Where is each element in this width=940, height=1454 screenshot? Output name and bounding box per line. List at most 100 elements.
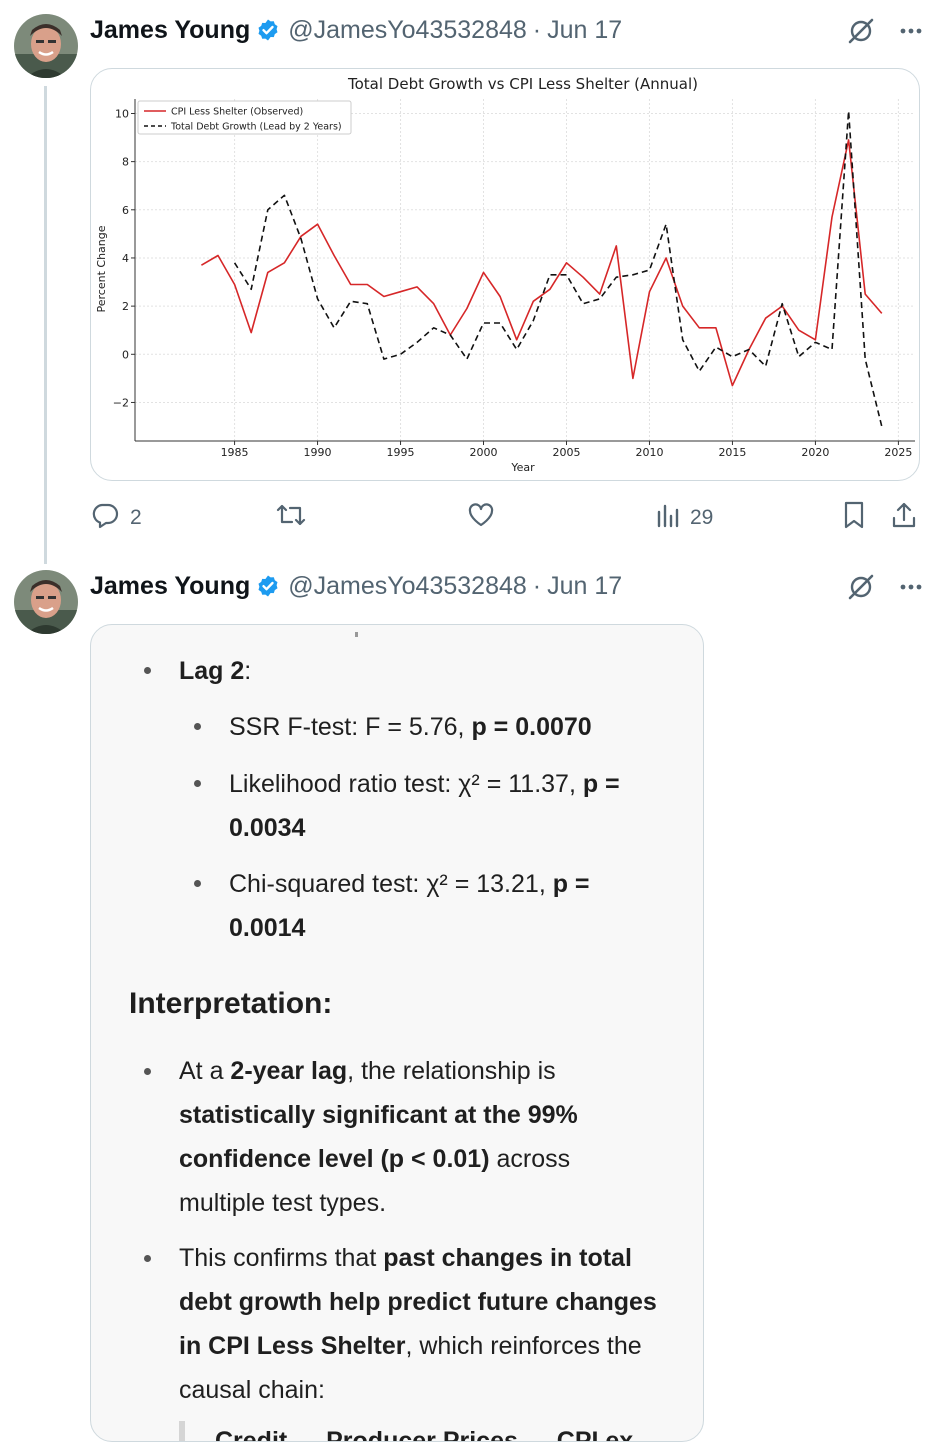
x-axis-label: Year [510,461,535,474]
p-value: p = [552,870,590,898]
grok-icon[interactable] [846,572,876,602]
analytics-icon [656,502,680,534]
tweet-action-bar: 2 29 [90,498,920,538]
cropped-glyph [351,625,363,637]
author-name[interactable]: James Young [90,16,250,45]
test-text: SSR F-test: F = 5.76, [229,713,472,741]
test-text: Likelihood ratio test: χ² = 11.37, [229,770,583,798]
verified-badge-icon [256,574,280,598]
views-count: 29 [690,506,714,529]
y-tick-label: 4 [122,252,129,265]
interpretation-line: debt growth help predict future changes [179,1288,657,1316]
more-options-icon[interactable] [898,18,924,44]
tweet-header-actions [846,572,924,602]
y-tick-label: 6 [122,204,129,217]
verified-badge-icon [256,18,280,42]
causal-chain-text: Credit → Producer Prices → CPI ex [215,1427,634,1442]
legend-label: Total Debt Growth (Lead by 2 Years) [170,122,342,133]
chart-title: Total Debt Growth vs CPI Less Shelter (A… [347,75,698,93]
test-result-item: SSR F-test: F = 5.76, p = 0.0070 [229,705,592,749]
legend-label: CPI Less Shelter (Observed) [171,107,303,118]
tweet-date[interactable]: Jun 17 [547,572,622,601]
p-value: 0.0014 [229,914,306,942]
retweet-button[interactable] [274,498,318,538]
bullet-icon [194,723,201,730]
chart-image[interactable]: Total Debt Growth vs CPI Less Shelter (A… [90,68,920,481]
reply-count: 2 [130,506,142,529]
y-tick-label: 0 [122,348,129,361]
series-line [200,139,883,387]
heart-icon [466,500,496,536]
like-button[interactable] [466,498,506,538]
separator-dot: · [532,571,542,600]
tweet-date[interactable]: Jun 17 [547,16,622,45]
interpretation-line: causal chain: [179,1376,325,1404]
x-tick-label: 1995 [387,446,415,459]
text: , which reinforces the [405,1332,642,1360]
x-tick-label: 2005 [552,446,580,459]
reply-button[interactable]: 2 [90,498,142,538]
bold-text: past changes in total [383,1244,632,1272]
p-value: 0.0034 [229,814,306,842]
x-tick-label: 2010 [635,446,663,459]
tweet-header-actions [846,16,924,46]
screenshot-image[interactable]: Lag 2: SSR F-test: F = 5.76, p = 0.0070 … [90,624,704,1442]
bullet-icon [144,1068,151,1075]
bookmark-button[interactable] [842,498,866,538]
screenshot-content: Lag 2: SSR F-test: F = 5.76, p = 0.0070 … [91,625,703,1441]
bookmark-icon [842,500,866,536]
author-name[interactable]: James Young [90,572,250,601]
x-tick-label: 2015 [718,446,746,459]
grok-icon[interactable] [846,16,876,46]
y-tick-label: 8 [122,156,129,169]
y-axis-label: Percent Change [95,225,108,312]
lag-colon: : [244,657,252,685]
bullet-icon [194,880,201,887]
x-tick-label: 2025 [884,446,912,459]
more-options-icon[interactable] [898,574,924,600]
share-button[interactable] [890,498,918,538]
y-tick-label: −2 [113,396,129,409]
author-handle[interactable]: @JamesYo43532848 [288,16,527,45]
thread-connector-line [44,86,47,564]
share-icon [890,500,918,536]
interpretation-line: At a 2-year lag, the relationship is [179,1049,556,1093]
text: This confirms that [179,1244,384,1272]
interpretation-line: This confirms that past changes in total [179,1236,632,1280]
interpretation-line: statistically significant at the 99% [179,1101,578,1129]
bold-text: confidence level (p < 0.01) [179,1145,490,1173]
bullet-icon [194,780,201,787]
avatar[interactable] [14,570,78,634]
avatar[interactable] [14,14,78,78]
bold-text: 2-year lag [230,1057,348,1085]
text: At a [179,1057,231,1085]
p-value: p = [582,770,620,798]
series-line [233,110,883,427]
p-value: p = 0.0070 [471,713,592,741]
line-chart: Total Debt Growth vs CPI Less Shelter (A… [95,75,915,474]
blockquote-bar [179,1421,185,1441]
author-handle[interactable]: @JamesYo43532848 [288,572,527,601]
lag-item: Lag 2: [179,649,251,693]
tweet-header: James Young @JamesYo43532848 · Jun 17 [90,13,622,47]
separator-dot: · [532,15,542,44]
views-button[interactable]: 29 [656,498,713,538]
x-tick-label: 1990 [304,446,332,459]
text: across [489,1145,571,1173]
y-tick-label: 2 [122,300,129,313]
retweet-icon [274,500,308,536]
bold-text: in CPI Less Shelter [179,1332,406,1360]
interpretation-line: multiple test types. [179,1189,387,1217]
interpretation-heading: Interpretation: [129,987,333,1020]
x-tick-label: 1985 [221,446,249,459]
lag-label: Lag 2 [179,657,245,685]
bullet-icon [144,667,151,674]
interpretation-line: confidence level (p < 0.01) across [179,1137,570,1181]
x-tick-label: 2020 [801,446,829,459]
interpretation-line: in CPI Less Shelter, which reinforces th… [179,1324,642,1368]
x-tick-label: 2000 [470,446,498,459]
text: , the relationship is [347,1057,556,1085]
reply-icon [90,500,120,536]
y-tick-label: 10 [115,107,129,120]
test-text: Chi-squared test: χ² = 13.21, [229,870,553,898]
